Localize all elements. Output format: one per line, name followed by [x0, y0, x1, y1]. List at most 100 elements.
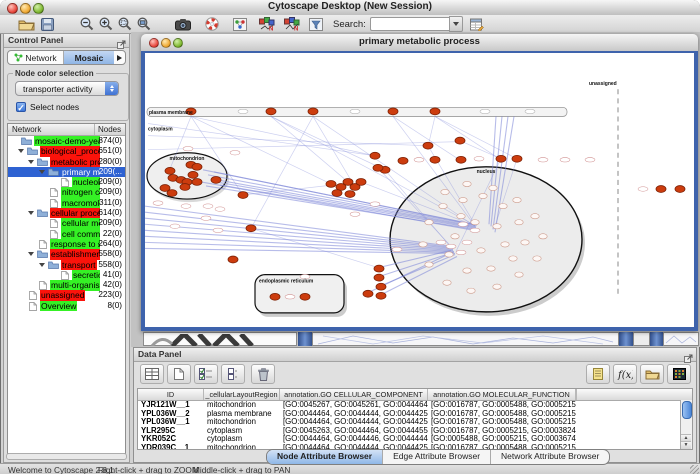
create-attribute-button[interactable]: [167, 364, 191, 384]
tab-mosaic[interactable]: Mosaic: [64, 51, 114, 64]
graph-node-small[interactable]: [533, 256, 541, 261]
tree-row[interactable]: multi-organism pro42(0): [8, 280, 125, 290]
scrollbar-thumb[interactable]: [682, 401, 692, 419]
graph-node[interactable]: [180, 184, 190, 191]
zoom-fit-button[interactable]: [137, 16, 151, 32]
tab-node-attribute-browser[interactable]: Node Attribute Browser: [267, 450, 382, 464]
graph-node-small[interactable]: [459, 197, 467, 202]
expand-arrow-icon[interactable]: [28, 211, 34, 215]
graph-node-small[interactable]: [487, 266, 495, 271]
background-window-canvas[interactable]: [663, 332, 699, 346]
zoom-out-button[interactable]: [80, 16, 94, 32]
col-id[interactable]: ID: [138, 389, 204, 400]
graph-node-small[interactable]: [443, 280, 451, 285]
graph-node[interactable]: [211, 177, 221, 184]
graph-node-small[interactable]: [499, 203, 507, 208]
tree-row[interactable]: establishment of lo558(0): [8, 249, 125, 259]
graph-node[interactable]: [266, 108, 276, 115]
graph-node[interactable]: [363, 290, 373, 297]
col-region[interactable]: _cellularLayoutRegion: [204, 389, 280, 400]
unselect-all-attributes-button[interactable]: [221, 364, 245, 384]
graph-node[interactable]: [370, 152, 380, 159]
graph-node-small[interactable]: [493, 224, 501, 229]
tree-row[interactable]: cellular metabo209(0): [8, 218, 125, 228]
graph-node-small[interactable]: [419, 242, 427, 247]
graph-node-small[interactable]: [451, 234, 459, 239]
graph-node-small[interactable]: [463, 181, 471, 186]
tab-network-attribute-browser[interactable]: Network Attribute Browser: [490, 450, 609, 464]
graph-node-small[interactable]: [501, 242, 509, 247]
graph-node-small[interactable]: [521, 240, 529, 245]
background-window-edge[interactable]: [650, 332, 663, 346]
graph-node[interactable]: [675, 186, 685, 193]
graph-node[interactable]: [165, 167, 175, 174]
tree-row[interactable]: nucleobase-209(0): [8, 177, 125, 187]
background-window-edge[interactable]: [619, 332, 633, 346]
graph-node[interactable]: [228, 256, 238, 263]
search-input[interactable]: [370, 17, 449, 31]
graph-node-small[interactable]: [515, 272, 523, 277]
table-row[interactable]: YPL036W__2plasma membrane[GO:0044464, GO…: [138, 410, 692, 419]
tree-row[interactable]: biological_process651(0): [8, 146, 125, 156]
network-view-titlebar[interactable]: primary metabolic process: [141, 34, 698, 52]
graph-node[interactable]: [192, 163, 202, 170]
graph-node[interactable]: [167, 190, 177, 197]
graph-node[interactable]: [308, 108, 318, 115]
filter-button[interactable]: [309, 16, 323, 32]
graph-node[interactable]: [345, 191, 355, 198]
graph-node-small[interactable]: [489, 185, 497, 190]
tree-row[interactable]: cell communicat22(0): [8, 229, 125, 239]
tree-row[interactable]: primary metabo209(...: [8, 167, 125, 177]
graph-node[interactable]: [656, 186, 666, 193]
graph-node-small[interactable]: [445, 252, 453, 257]
col-cellular-component[interactable]: annotation.GO CELLULAR_COMPONENT: [280, 389, 428, 400]
col-molecular-function[interactable]: annotation.GO MOLECULAR_FUNCTION: [428, 389, 576, 400]
graph-node[interactable]: [388, 108, 398, 115]
background-window-gap[interactable]: [633, 332, 650, 346]
graph-node-small[interactable]: [471, 220, 479, 225]
graph-node[interactable]: [423, 142, 433, 149]
graph-node[interactable]: [192, 179, 202, 186]
table-row[interactable]: YJR121W__1mitochondrion[GO:0045267, GO:0…: [138, 401, 692, 410]
graph-node[interactable]: [456, 156, 466, 163]
matrix-browser-button[interactable]: [667, 364, 691, 384]
graph-node[interactable]: [374, 265, 384, 272]
zoom-in-button[interactable]: [99, 16, 113, 32]
select-all-attributes-button[interactable]: [194, 364, 218, 384]
graph-node[interactable]: [238, 192, 248, 199]
graph-node-small[interactable]: [509, 256, 517, 261]
tree-row[interactable]: secretion41(0): [8, 270, 125, 280]
graph-node-small[interactable]: [479, 193, 487, 198]
graph-node-small[interactable]: [539, 234, 547, 239]
graph-node[interactable]: [398, 157, 408, 164]
graph-node[interactable]: [430, 108, 440, 115]
background-window-edge[interactable]: [298, 332, 312, 346]
expand-arrow-icon[interactable]: [18, 149, 24, 153]
more-tabs-button[interactable]: [114, 51, 125, 64]
expand-arrow-icon[interactable]: [39, 263, 45, 267]
graph-node-small[interactable]: [441, 189, 449, 194]
graph-node[interactable]: [374, 274, 384, 281]
import-table-button[interactable]: [470, 16, 484, 32]
graph-node[interactable]: [246, 225, 256, 232]
layout-button[interactable]: [233, 16, 247, 32]
graph-node[interactable]: [356, 179, 366, 186]
graph-node-small[interactable]: [477, 248, 485, 253]
graph-node[interactable]: [512, 155, 522, 162]
node-color-dropdown[interactable]: transporter activity: [15, 81, 119, 96]
tree-row[interactable]: Overview8(0): [8, 301, 125, 311]
graph-node[interactable]: [430, 156, 440, 163]
attribute-equation-button[interactable]: f(x): [613, 364, 637, 384]
graph-node[interactable]: [188, 171, 198, 178]
expand-arrow-icon[interactable]: [28, 252, 34, 256]
open-session-button[interactable]: [18, 16, 35, 32]
graph-node[interactable]: [326, 181, 336, 188]
graph-node-small[interactable]: [425, 220, 433, 225]
table-vscrollbar[interactable]: ▲ ▼: [680, 400, 692, 449]
vizmapper-edit-button[interactable]: N: [284, 16, 300, 32]
tree-row[interactable]: macromolecule311(0): [8, 198, 125, 208]
expand-arrow-icon[interactable]: [28, 160, 34, 164]
graph-node-small[interactable]: [425, 262, 433, 267]
save-session-button[interactable]: [41, 16, 54, 32]
tree-row[interactable]: mosaic-demo-yeast874(0): [8, 136, 125, 146]
